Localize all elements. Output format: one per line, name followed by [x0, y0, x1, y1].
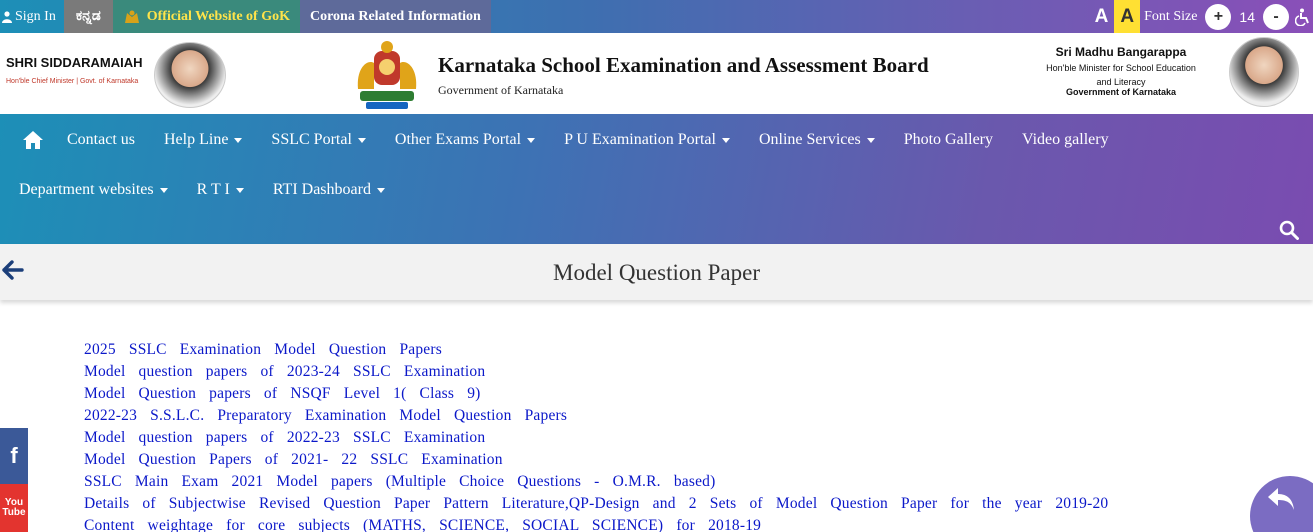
nav-item-label: Other Exams Portal	[394, 131, 522, 148]
nav-item-help-line[interactable]: Help Line	[164, 131, 243, 149]
model-paper-link[interactable]: SSLC Main Exam 2021 Model papers (Multip…	[84, 473, 715, 490]
model-paper-link[interactable]: 2022-23 S.S.L.C. Preparatory Examination…	[84, 407, 567, 424]
font-normal-button[interactable]: A	[1089, 0, 1115, 33]
chief-minister-block: SHRI SIDDARAMAIAH Hon'ble Chief Minister…	[6, 55, 143, 85]
model-paper-link[interactable]: 2025 SSLC Examination Model Question Pap…	[84, 341, 442, 358]
caret-down-icon	[527, 137, 536, 143]
nav-item-label: Help Line	[164, 131, 229, 148]
emblem-icon	[124, 10, 139, 23]
list-item: Model question papers of 2023-24 SSLC Ex…	[84, 361, 1169, 383]
model-paper-link[interactable]: Content weightage for core subjects (MAT…	[84, 517, 761, 532]
list-item: Model Question Papers of 2021- 22 SSLC E…	[84, 449, 1169, 471]
accessibility-controls: A A Font Size + 14 -	[1089, 0, 1313, 33]
accessibility-icon[interactable]	[1295, 8, 1311, 26]
model-paper-link[interactable]: Details of Subjectwise Revised Question …	[84, 495, 1108, 512]
user-icon	[2, 10, 12, 23]
nav-item-label: Department websites	[19, 181, 154, 198]
caret-down-icon	[376, 187, 385, 193]
font-size-value: 14	[1239, 8, 1255, 25]
kannada-language-link[interactable]: ಕನ್ನಡ	[63, 0, 113, 33]
caret-down-icon	[235, 187, 244, 193]
caret-down-icon	[159, 187, 168, 193]
site-header: SHRI SIDDARAMAIAH Hon'ble Chief Minister…	[0, 33, 1313, 114]
nav-item-label: SSLC Portal	[271, 131, 352, 148]
list-item: Content weightage for core subjects (MAT…	[84, 515, 1169, 532]
model-paper-link[interactable]: Model Question papers of NSQF Level 1( C…	[84, 385, 481, 402]
font-high-contrast-button[interactable]: A	[1114, 0, 1141, 33]
minister-block: Sri Madhu Bangarappa Hon'ble Minister fo…	[1030, 45, 1212, 97]
caret-down-icon	[234, 137, 243, 143]
caret-down-icon	[866, 137, 875, 143]
list-item: SSLC Main Exam 2021 Model papers (Multip…	[84, 471, 1169, 493]
reply-arrow-icon	[1268, 488, 1294, 510]
model-paper-link[interactable]: Model Question Papers of 2021- 22 SSLC E…	[84, 451, 503, 468]
nav-item-label: Video gallery	[1022, 131, 1109, 148]
list-item: Model question papers of 2022-23 SSLC Ex…	[84, 427, 1169, 449]
youtube-label-bottom: Tube	[2, 507, 26, 518]
nav-item-sslc-portal[interactable]: SSLC Portal	[271, 131, 366, 149]
karnataka-emblem-logo	[357, 41, 417, 109]
font-size-label: Font Size	[1144, 8, 1198, 24]
nav-item-label: R T I	[196, 181, 230, 198]
facebook-icon[interactable]: f	[0, 428, 28, 484]
nav-item-photo-gallery[interactable]: Photo Gallery	[904, 131, 993, 149]
nav-item-contact-us[interactable]: Contact us	[67, 131, 135, 149]
top-utility-bar: Sign In ಕನ್ನಡ Official Website of GoK Co…	[0, 0, 1313, 33]
board-subtitle: Government of Karnataka	[438, 83, 564, 97]
minister-photo	[1229, 37, 1299, 107]
nav-item-label: Photo Gallery	[903, 131, 994, 148]
font-increase-button[interactable]: +	[1205, 3, 1232, 30]
nav-row-2: Department websites R T I RTI Dashboard	[19, 177, 414, 203]
board-title: Karnataka School Examination and Assessm…	[438, 53, 929, 77]
model-papers-list: 2025 SSLC Examination Model Question Pap…	[84, 339, 1169, 532]
nav-item-label: Online Services	[758, 131, 861, 148]
official-website-link[interactable]: Official Website of GoK	[112, 0, 300, 33]
sign-in-link[interactable]: Sign In	[0, 0, 64, 33]
nav-item-label: Contact us	[67, 131, 135, 148]
corona-info-link[interactable]: Corona Related Information	[299, 0, 491, 33]
model-paper-link[interactable]: Model question papers of 2023-24 SSLC Ex…	[84, 363, 485, 380]
official-website-label: Official Website of GoK	[146, 8, 290, 24]
list-item: 2022-23 S.S.L.C. Preparatory Examination…	[84, 405, 1169, 427]
caret-down-icon	[357, 137, 366, 143]
nav-item-rti-dashboard[interactable]: RTI Dashboard	[273, 181, 385, 199]
nav-item-p-u-examination-portal[interactable]: P U Examination Portal	[564, 131, 730, 149]
nav-item-r-t-i[interactable]: R T I	[197, 181, 244, 199]
youtube-icon[interactable]: You Tube	[0, 484, 28, 532]
list-item: 2025 SSLC Examination Model Question Pap…	[84, 339, 1169, 361]
nav-item-department-websites[interactable]: Department websites	[19, 181, 168, 199]
minister-title-line1: Hon'ble Minister for School Education	[1046, 63, 1196, 73]
page-title-band: Model Question Paper	[0, 244, 1313, 300]
minister-title-line2: and Literacy	[1096, 77, 1146, 87]
nav-item-online-services[interactable]: Online Services	[759, 131, 875, 149]
nav-item-label: P U Examination Portal	[564, 131, 716, 148]
home-icon[interactable]	[22, 130, 44, 150]
caret-down-icon	[721, 137, 730, 143]
search-icon[interactable]	[1279, 220, 1299, 240]
nav-item-video-gallery[interactable]: Video gallery	[1022, 131, 1109, 149]
nav-item-other-exams-portal[interactable]: Other Exams Portal	[394, 131, 536, 149]
list-item: Model Question papers of NSQF Level 1( C…	[84, 383, 1169, 405]
sign-in-label: Sign In	[15, 8, 56, 24]
font-decrease-button[interactable]: -	[1263, 3, 1289, 30]
nav-row-1: Contact us Help Line SSLC Portal Other Exam…	[0, 127, 1138, 153]
page-title: Model Question Paper	[553, 260, 760, 285]
list-item: Details of Subjectwise Revised Question …	[84, 493, 1169, 515]
chief-minister-title: Hon'ble Chief Minister | Govt. of Karnat…	[6, 78, 139, 85]
main-navigation: Contact us Help Line SSLC Portal Other Exam…	[0, 114, 1313, 244]
nav-item-label: RTI Dashboard	[272, 181, 371, 198]
back-to-top-button[interactable]	[1250, 476, 1313, 532]
minister-name: Sri Madhu Bangarappa	[1055, 45, 1187, 59]
chief-minister-name: SHRI SIDDARAMAIAH	[6, 55, 143, 70]
model-paper-link[interactable]: Model question papers of 2022-23 SSLC Ex…	[84, 429, 485, 446]
chief-minister-photo	[154, 42, 226, 108]
minister-title-line3: Government of Karnataka	[1065, 87, 1177, 97]
